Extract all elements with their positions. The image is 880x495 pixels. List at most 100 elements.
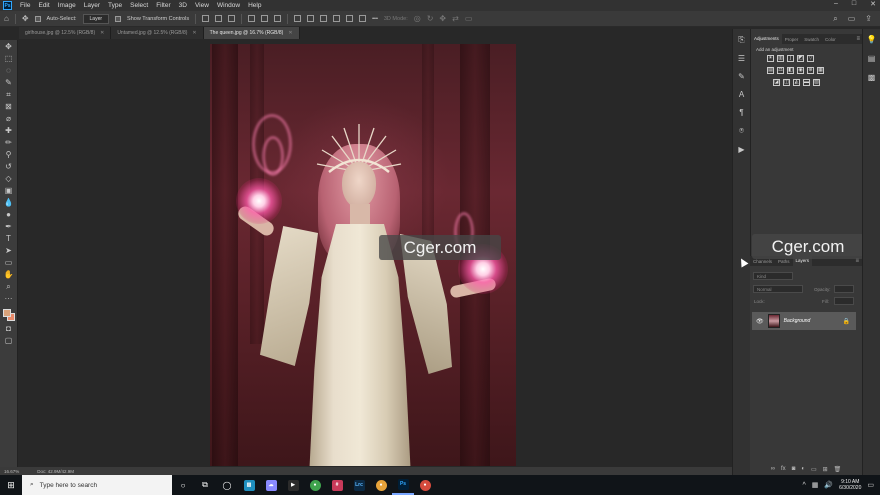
healing-tool-icon[interactable]: ✚ [4,127,14,135]
posterize-icon[interactable]: ◫ [783,79,790,86]
task-view-icon[interactable]: ⧉ [194,475,216,495]
play-actions-icon[interactable]: ▶ [738,145,744,154]
home-icon[interactable]: ⌂ [4,14,9,23]
document-info[interactable]: Doc: 42.9M/42.9M [37,469,74,474]
color-lookup-icon[interactable]: ▦ [817,67,824,74]
foreground-color-swatch[interactable] [2,309,11,317]
libraries-icon[interactable]: ▤ [868,54,876,63]
layer-kind-filter[interactable]: Kind [753,272,793,280]
menu-filter[interactable]: Filter [152,2,174,9]
vibrance-icon[interactable]: ▽ [807,55,814,62]
color-balance-icon[interactable]: ⚖ [777,67,784,74]
cortana-icon[interactable]: ○ [172,475,194,495]
gradient-map-icon[interactable]: ▬ [803,79,810,86]
3d-roll-icon[interactable]: ↻ [427,14,434,23]
auto-select-checkbox[interactable] [34,15,41,22]
hue-saturation-icon[interactable]: ▤ [767,67,774,74]
color-swatches[interactable] [2,309,15,321]
photo-filter-icon[interactable]: ◉ [797,67,804,74]
zoom-tool-icon[interactable]: ⌕ [4,283,14,291]
chrome-profile-icon[interactable]: ● [414,475,436,495]
clock[interactable]: 9:10 AM 6/30/2020 [839,479,861,491]
canvas-area[interactable]: Cger.com [19,39,725,467]
character-icon[interactable]: A [739,90,744,99]
glyphs-icon[interactable]: ⍟ [739,126,744,136]
frame-tool-icon[interactable]: ⊠ [4,103,14,111]
distribute-center-icon[interactable] [346,15,354,22]
tab-color[interactable]: Color [822,37,839,42]
quick-select-tool-icon[interactable]: ✎ [4,79,14,87]
menu-type[interactable]: Type [104,2,126,9]
pen-tool-icon[interactable]: ✒ [4,223,14,231]
brushes-icon[interactable]: ✎ [738,72,745,81]
exposure-icon[interactable]: ◩ [797,55,804,62]
menu-help[interactable]: Help [244,2,265,9]
properties-icon[interactable]: ☰ [738,54,745,63]
close-icon[interactable]: ✕ [100,30,104,36]
tab-paths[interactable]: Paths [775,259,793,264]
brush-tool-icon[interactable]: ✏ [4,139,14,147]
distribute-bottom-icon[interactable] [320,15,328,22]
move-tool-icon[interactable]: ✥ [4,43,14,51]
menu-window[interactable]: Window [213,2,244,9]
rectangle-tool-icon[interactable]: ▭ [4,259,14,267]
opacity-field[interactable] [834,285,854,293]
more-options-button[interactable]: ••• [372,16,378,22]
maximize-button[interactable]: □ [852,0,856,8]
link-layers-icon[interactable]: ∞ [771,466,775,472]
close-window-button[interactable]: ✕ [870,0,876,8]
distribute-left-icon[interactable] [333,15,341,22]
distribute-middle-icon[interactable] [307,15,315,22]
edge-icon[interactable]: ◯ [216,475,238,495]
adjustment-layer-icon[interactable]: ◐ [801,466,805,472]
share-icon[interactable]: ⇪ [865,14,872,24]
layer-row[interactable]: 👁 Background 🔒 [752,312,856,330]
taskbar-search-box[interactable]: ⌕ Type here to search [22,475,172,495]
lock-icon[interactable]: 🔒 [843,318,850,325]
menu-file[interactable]: File [16,2,34,9]
notifications-icon[interactable]: ▭ [867,481,874,489]
history-icon[interactable]: ⎘ [738,35,744,45]
distribute-right-icon[interactable] [359,15,367,22]
new-group-icon[interactable]: ▭ [811,466,817,473]
selective-color-icon[interactable]: ▧ [813,79,820,86]
tab-girlhouse[interactable]: girlhouse.jpg @ 12.5% (RGB/8) ✕ [19,27,112,39]
fill-field[interactable] [834,297,854,305]
3d-slide-icon[interactable]: ⇄ [452,14,459,23]
chrome-icon[interactable]: ● [304,475,326,495]
add-mask-icon[interactable]: ◙ [792,466,796,472]
distribute-top-icon[interactable] [294,15,302,22]
menu-select[interactable]: Select [126,2,152,9]
minimize-button[interactable]: – [834,0,838,8]
paragraph-icon[interactable]: ¶ [739,108,743,117]
tab-swatches[interactable]: Swatch [801,37,822,42]
history-brush-tool-icon[interactable]: ↺ [4,163,14,171]
visibility-eye-icon[interactable]: 👁 [756,318,764,325]
align-bottom-icon[interactable] [274,15,282,22]
photos-icon[interactable]: ☁ [260,475,282,495]
delete-layer-icon[interactable]: 🗑 [834,466,842,473]
lightroom-classic-icon[interactable]: Lrc [348,475,370,495]
menu-layer[interactable]: Layer [80,2,104,9]
align-top-icon[interactable] [248,15,256,22]
chrome-alt-icon[interactable]: ● [370,475,392,495]
lasso-tool-icon[interactable]: ◌ [4,67,14,75]
eyedropper-tool-icon[interactable]: ⌀ [4,115,14,123]
auto-select-dropdown[interactable]: Layer [82,13,110,24]
tab-channels[interactable]: Channels [750,259,775,264]
menu-3d[interactable]: 3D [175,2,191,9]
type-tool-icon[interactable]: T [4,235,14,243]
tab-untamed[interactable]: Untamed.jpg @ 12.5% (RGB/8) ✕ [111,27,204,39]
stamp-tool-icon[interactable]: ⚲ [4,151,14,159]
close-icon[interactable]: ✕ [288,30,292,36]
blend-mode-select[interactable]: Normal [753,285,803,293]
artboard-tool-icon[interactable]: ⬚ [4,55,14,63]
file-explorer-icon[interactable]: ▥ [238,475,260,495]
gradient-tool-icon[interactable]: ▣ [4,187,14,195]
3d-orbit-icon[interactable]: ◎ [414,14,421,23]
styles-icon[interactable]: ▩ [868,73,876,82]
crop-tool-icon[interactable]: ⌗ [4,91,14,99]
black-white-icon[interactable]: ◧ [787,67,794,74]
menu-edit[interactable]: Edit [34,2,53,9]
layer-style-icon[interactable]: fx [781,466,786,472]
